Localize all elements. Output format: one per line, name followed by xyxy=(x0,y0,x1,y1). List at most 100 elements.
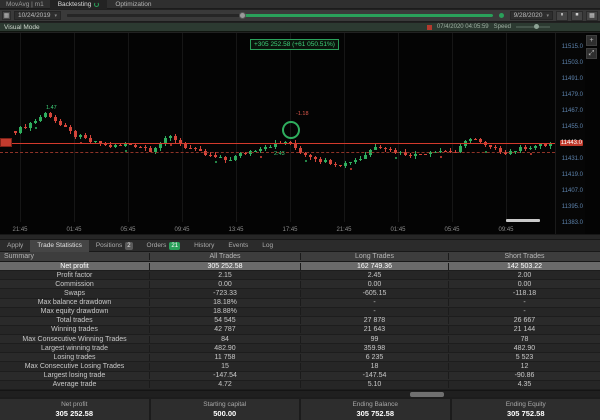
metric-label: Swaps xyxy=(63,289,85,297)
speed-slider-handle[interactable] xyxy=(534,24,539,29)
table-row[interactable]: Max Consecutive Winning Trades 84 99 78 xyxy=(0,335,600,345)
table-row[interactable]: Largest losing trade -147.54 -147.54 -90.86 xyxy=(0,371,600,381)
table-row[interactable]: Net profit 305 252.58 162 749.36 142 503.22 xyxy=(0,262,600,272)
table-row[interactable]: Max balance drawdown 18.18% - - xyxy=(0,298,600,308)
table-row[interactable]: Total trades 54 545 27 878 26 667 xyxy=(0,316,600,326)
candle xyxy=(354,160,357,163)
tab-label: Apply xyxy=(7,242,24,249)
chart-hscrollbar-thumb[interactable] xyxy=(506,219,540,222)
time-axis-tick: 09:45 xyxy=(174,227,190,233)
results-tab-orders[interactable]: Orders 21 xyxy=(140,240,188,252)
results-tab-positions[interactable]: Positions 2 xyxy=(89,240,140,252)
report-settings-button[interactable]: ▦ xyxy=(586,10,598,21)
tab-optimization[interactable]: Optimization xyxy=(107,0,159,9)
candle xyxy=(89,137,92,142)
visual-mode-title: Visual Mode xyxy=(4,23,40,31)
metric-value: 78 xyxy=(448,335,600,343)
table-row[interactable]: Commission 0.00 0.00 0.00 xyxy=(0,280,600,290)
candle xyxy=(359,158,362,161)
results-tab-events[interactable]: Events xyxy=(221,240,255,252)
playback-progress-slider[interactable] xyxy=(67,12,493,19)
candle xyxy=(494,146,497,148)
trade-marker-dot xyxy=(260,155,262,158)
table-row[interactable]: Profit factor 2.15 2.45 2.00 xyxy=(0,271,600,281)
chart-plot-area[interactable]: 21:45 01:45 05:45 09:45 13:45 17:45 21:45 01:45… xyxy=(0,33,555,234)
candle xyxy=(69,126,72,132)
metric-value: 142 503.22 xyxy=(448,262,600,270)
candle xyxy=(24,126,27,128)
chevron-down-icon: ▾ xyxy=(54,12,58,19)
expand-icon: ⤢ xyxy=(588,49,595,57)
metric-value: 4.35 xyxy=(448,381,600,389)
current-price-tag: 11443.0 xyxy=(559,140,583,146)
candlestick-chart[interactable]: 21:45 01:45 05:45 09:45 13:45 17:45 21:45 01:45… xyxy=(0,33,600,234)
results-tab-trade-statistics[interactable]: Trade Statistics xyxy=(30,239,89,252)
grid-settings-button[interactable]: ▦ xyxy=(2,11,11,20)
end-date-value: 9/28/2020 xyxy=(513,12,543,19)
metric-value: 99 xyxy=(300,335,448,343)
pause-button[interactable]: ⏸ xyxy=(556,10,568,21)
table-row[interactable]: Max equity drawdown 18.88% - - xyxy=(0,307,600,317)
metric-label: Average trade xyxy=(52,381,97,389)
speed-slider[interactable] xyxy=(516,24,550,29)
metric-value: - xyxy=(448,299,600,307)
time-axis-tick: 21:45 xyxy=(12,227,28,233)
stop-button[interactable]: ⏹ xyxy=(571,10,583,21)
table-row[interactable]: Largest winning trade 482.90 359.98 482.90 xyxy=(0,344,600,354)
metric-value: 2.15 xyxy=(149,271,300,279)
table-row[interactable]: Average trade 4.72 5.10 4.35 xyxy=(0,380,600,390)
trade-profit-label: 2.43 xyxy=(274,151,285,157)
footer-stat-ending-equity: Ending Equity 305 752.58 xyxy=(451,399,600,420)
metric-value: -118.18 xyxy=(448,289,600,297)
zoom-in-button[interactable]: + xyxy=(586,35,597,46)
slider-handle[interactable] xyxy=(238,12,246,19)
price-axis-tick: 11503.0 xyxy=(561,60,583,66)
results-tab-apply[interactable]: Apply xyxy=(0,240,30,252)
table-row[interactable]: Winning trades 42 787 21 643 21 144 xyxy=(0,325,600,335)
metric-label: Max Consecutive Losing Trades xyxy=(24,362,125,370)
table-row[interactable]: Max Consecutive Losing Trades 15 18 12 xyxy=(0,362,600,372)
metric-value: 0.00 xyxy=(300,280,448,288)
candle xyxy=(189,147,192,149)
candle xyxy=(229,159,232,161)
metric-value: 359.98 xyxy=(300,344,448,352)
candle xyxy=(389,149,392,151)
metric-value: 15 xyxy=(149,362,300,370)
time-axis-tick: 05:45 xyxy=(444,227,460,233)
price-axis-tick: 11383.0 xyxy=(561,220,583,226)
metric-label: Winning trades xyxy=(51,326,98,334)
start-date-select[interactable]: 10/24/2019 ▾ xyxy=(14,11,62,20)
metric-value: 27 878 xyxy=(300,317,448,325)
results-tab-history[interactable]: History xyxy=(187,240,221,252)
header-short-trades: Short Trades xyxy=(448,253,600,260)
horizontal-scrollbar[interactable] xyxy=(0,390,600,397)
header-long-trades: Long Trades xyxy=(300,253,448,260)
candle xyxy=(44,112,47,117)
metric-label: Max Consecutive Winning Trades xyxy=(22,335,127,343)
table-row[interactable]: Losing trades 11 758 6 235 5 523 xyxy=(0,353,600,363)
grid-line xyxy=(236,33,237,222)
price-axis-tick: 11515.0 xyxy=(561,44,583,50)
tab-backtesting[interactable]: Backtesting xyxy=(49,0,108,9)
stop-icon: ⏹ xyxy=(575,12,579,18)
candle xyxy=(414,153,417,157)
time-axis-tick: 05:45 xyxy=(120,227,136,233)
price-axis[interactable]: 11515.0 11503.0 11491.0 11479.0 11467.0 11455… xyxy=(555,33,585,234)
table-row[interactable]: Swaps -723.33 -605.15 -118.18 xyxy=(0,289,600,299)
candle xyxy=(144,147,147,149)
stat-label: Ending Equity xyxy=(505,401,546,408)
metric-value: 42 787 xyxy=(149,326,300,334)
price-axis-tick: 11467.0 xyxy=(561,108,583,114)
candle xyxy=(149,148,152,152)
end-date-select[interactable]: 9/28/2020 ▾ xyxy=(509,11,553,20)
stop-icon[interactable] xyxy=(426,24,432,30)
footer-stat-starting-capital: Starting capital 500.00 xyxy=(150,399,299,420)
candle xyxy=(114,145,117,148)
expand-button[interactable]: ⤢ xyxy=(586,48,597,59)
running-spinner-icon xyxy=(94,1,100,7)
metric-value: 5.10 xyxy=(300,381,448,389)
price-axis-tick: 11455.0 xyxy=(561,124,583,130)
candle xyxy=(79,135,82,137)
results-tab-log[interactable]: Log xyxy=(255,240,280,252)
stat-label: Ending Balance xyxy=(352,401,399,408)
